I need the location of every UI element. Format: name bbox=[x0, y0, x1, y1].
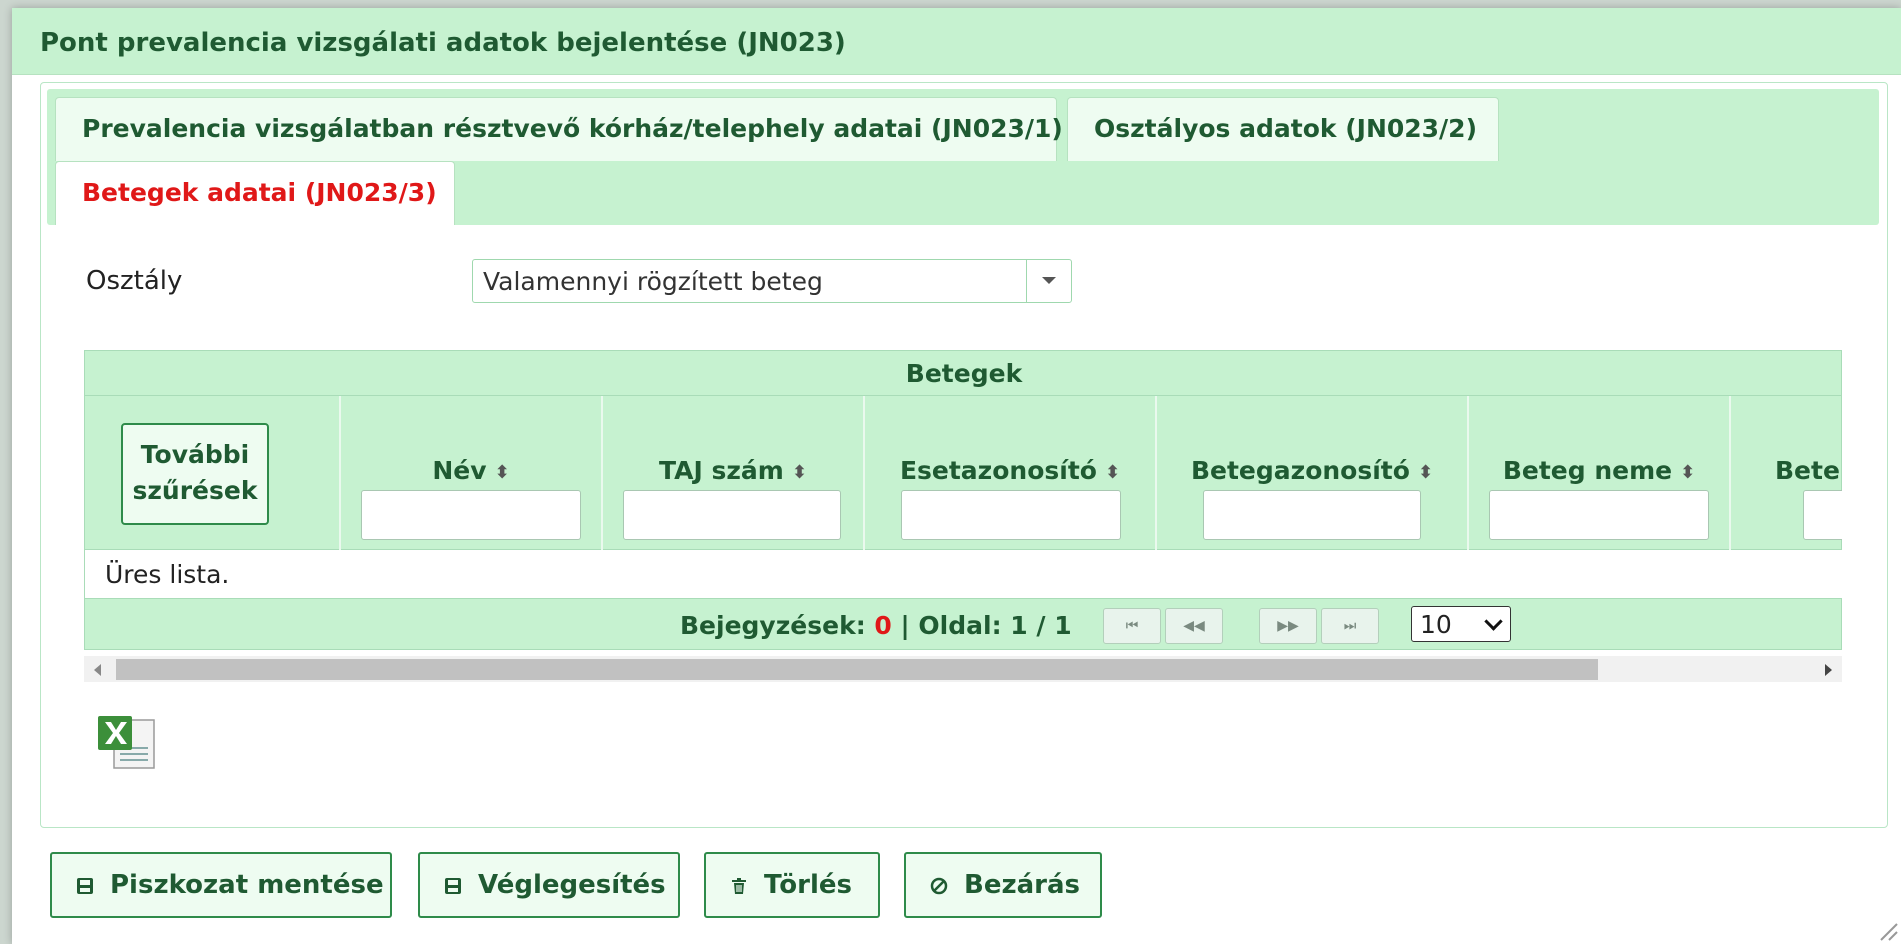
cancel-icon bbox=[930, 877, 948, 895]
tab-bar: Prevalencia vizsgálatban résztvevő kórhá… bbox=[47, 89, 1879, 225]
sort-icon[interactable]: ⬍ bbox=[792, 462, 807, 483]
column-beteg-neme-label: Beteg neme bbox=[1502, 456, 1673, 485]
dialog-titlebar: Pont prevalencia vizsgálati adatok bejel… bbox=[12, 8, 1901, 75]
next-page-button[interactable]: ▶▶ bbox=[1259, 608, 1317, 644]
column-bete-label: Bete bbox=[1775, 456, 1840, 485]
report-dialog: Pont prevalencia vizsgálati adatok bejel… bbox=[12, 8, 1901, 944]
delete-label: Törlés bbox=[764, 870, 853, 900]
tab-hospital-data[interactable]: Prevalencia vizsgálatban résztvevő kórhá… bbox=[55, 97, 1063, 161]
taj-filter-input[interactable] bbox=[623, 490, 841, 540]
finalize-label: Véglegesítés bbox=[478, 870, 666, 900]
page-size-select[interactable]: 10 bbox=[1411, 606, 1511, 642]
page-indicator: Oldal: 1 / 1 bbox=[918, 611, 1072, 640]
column-betegazonosito-label: Betegazonosító bbox=[1190, 456, 1410, 485]
ward-select-toggle[interactable] bbox=[1026, 260, 1071, 302]
column-betegazonosito[interactable]: Betegazonosító ⬍ bbox=[1157, 396, 1469, 550]
excel-export-icon[interactable] bbox=[96, 712, 158, 772]
chevron-down-icon bbox=[1484, 612, 1503, 631]
ward-select[interactable]: Valamennyi rögzített beteg bbox=[472, 259, 1072, 303]
resize-handle-icon[interactable] bbox=[1877, 920, 1899, 942]
save-icon bbox=[445, 878, 461, 894]
close-label: Bezárás bbox=[964, 870, 1080, 900]
nev-filter-input[interactable] bbox=[361, 490, 581, 540]
sort-icon[interactable]: ⬍ bbox=[1680, 462, 1695, 483]
tab-ward-data-label: Osztályos adatok (JN023/2) bbox=[1094, 114, 1478, 143]
grid-caption-bar: Betegek bbox=[84, 350, 1842, 396]
empty-list-text: Üres lista. bbox=[105, 560, 230, 589]
sort-icon[interactable]: ⬍ bbox=[1418, 462, 1433, 483]
sort-icon[interactable]: ⬍ bbox=[495, 462, 510, 483]
esetazonosito-filter-input[interactable] bbox=[901, 490, 1121, 540]
grid-pager: Bejegyzések: 0 | Oldal: 1 / 1 ⏮ ◀◀ ▶▶ ⏭ … bbox=[84, 598, 1842, 650]
entries-count: 0 bbox=[874, 611, 892, 640]
pager-info: Bejegyzések: 0 | Oldal: 1 / 1 bbox=[680, 611, 1072, 640]
tab-hospital-data-label: Prevalencia vizsgálatban résztvevő kórhá… bbox=[82, 114, 1063, 143]
column-esetazonosito-label: Esetazonosító bbox=[899, 456, 1097, 485]
tab-patient-data[interactable]: Betegek adatai (JN023/3) bbox=[55, 161, 455, 225]
last-page-button[interactable]: ⏭ bbox=[1321, 608, 1379, 644]
sort-icon[interactable]: ⬍ bbox=[1105, 462, 1120, 483]
patients-grid: Betegek További szűrések Név ⬍ TAJ szám ⬍ … bbox=[84, 350, 1842, 688]
column-taj-label: TAJ szám bbox=[659, 456, 784, 485]
dialog-title: Pont prevalencia vizsgálati adatok bejel… bbox=[40, 28, 846, 58]
tab-ward-data[interactable]: Osztályos adatok (JN023/2) bbox=[1067, 97, 1499, 161]
save-draft-button[interactable]: Piszkozat mentése bbox=[50, 852, 392, 918]
save-icon bbox=[77, 878, 93, 894]
grid-caption: Betegek bbox=[905, 359, 1023, 388]
column-filter-cell: További szűrések bbox=[85, 396, 341, 550]
delete-button[interactable]: Törlés bbox=[704, 852, 880, 918]
empty-list-row: Üres lista. bbox=[84, 550, 1842, 598]
save-draft-label: Piszkozat mentése bbox=[110, 870, 384, 900]
trash-icon bbox=[732, 878, 746, 894]
column-nev-label: Név bbox=[432, 456, 487, 485]
column-esetazonosito[interactable]: Esetazonosító ⬍ bbox=[865, 396, 1157, 550]
beteg-neme-filter-input[interactable] bbox=[1489, 490, 1709, 540]
more-filters-button[interactable]: További szűrések bbox=[121, 423, 269, 525]
entries-label: Bejegyzések: bbox=[680, 611, 866, 640]
first-page-button[interactable]: ⏮ bbox=[1103, 608, 1161, 644]
scroll-left-arrow-icon[interactable] bbox=[94, 664, 101, 676]
tab-patient-data-label: Betegek adatai (JN023/3) bbox=[82, 178, 437, 207]
column-beteg-neme[interactable]: Beteg neme ⬍ bbox=[1469, 396, 1731, 550]
column-taj[interactable]: TAJ szám ⬍ bbox=[603, 396, 865, 550]
horizontal-scrollbar[interactable] bbox=[84, 656, 1842, 682]
close-button[interactable]: Bezárás bbox=[904, 852, 1102, 918]
column-bete-partial[interactable]: Bete bbox=[1731, 396, 1842, 550]
finalize-button[interactable]: Véglegesítés bbox=[418, 852, 680, 918]
scroll-right-arrow-icon[interactable] bbox=[1825, 664, 1832, 676]
ward-select-value: Valamennyi rögzített beteg bbox=[483, 267, 823, 296]
betegazonosito-filter-input[interactable] bbox=[1203, 490, 1421, 540]
scrollbar-thumb[interactable] bbox=[116, 659, 1598, 680]
prev-page-button[interactable]: ◀◀ bbox=[1165, 608, 1223, 644]
ward-filter-label: Osztály bbox=[86, 266, 183, 296]
grid-column-header-row: További szűrések Név ⬍ TAJ szám ⬍ Esetazon… bbox=[84, 396, 1842, 550]
column-nev[interactable]: Név ⬍ bbox=[341, 396, 603, 550]
bete-filter-input[interactable] bbox=[1803, 490, 1842, 540]
chevron-down-icon bbox=[1042, 277, 1056, 284]
page-size-value: 10 bbox=[1420, 610, 1452, 639]
